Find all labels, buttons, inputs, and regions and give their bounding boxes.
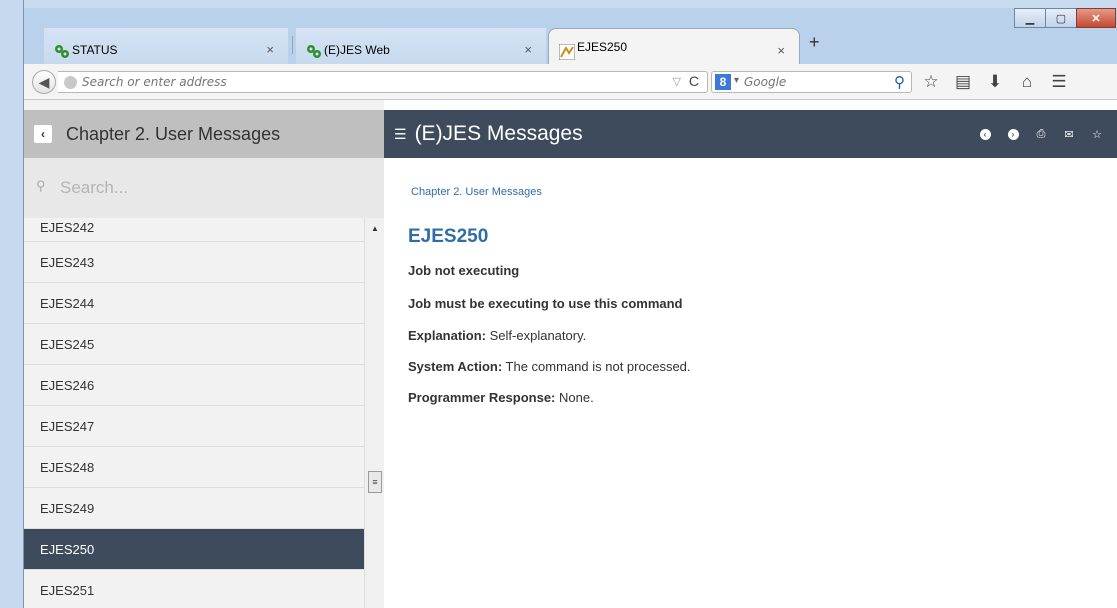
gears-icon [55,45,69,58]
scroll-up-icon[interactable]: ▲ [371,224,379,233]
ejes-logo-icon [559,44,575,60]
search-bar[interactable]: 8 ▾ ⚲ [711,71,912,93]
minimize-icon[interactable]: ▁ [1014,8,1046,28]
scroll-thumb[interactable]: ≡ [368,471,382,493]
explanation-label: Explanation: [408,328,487,343]
close-icon[interactable]: ✕ [1076,8,1116,28]
programmer-response-text: None. [559,390,594,405]
list-item[interactable]: EJES245 [24,324,364,365]
reload-icon[interactable]: C [689,73,699,89]
tab-close-icon[interactable]: × [524,42,532,57]
list-item-selected[interactable]: EJES250 [24,529,364,570]
print-icon[interactable]: ⎙ [1029,126,1053,142]
system-action-label: System Action: [408,359,503,374]
sidebar-header: ‹ Chapter 2. User Messages [24,110,384,158]
google-logo-icon[interactable]: 8 [715,74,731,90]
previous-icon[interactable]: ‹ [973,126,997,142]
download-icon[interactable]: ⬇ [979,70,1011,94]
window-controls: ▁ ▢ ✕ [1014,8,1116,30]
list-item[interactable]: EJES244 [24,283,364,324]
favorite-star-icon[interactable]: ☆ [1085,126,1109,142]
long-text: Job must be executing to use this comman… [408,296,683,311]
home-icon[interactable]: ⌂ [1011,70,1043,94]
tab-label: (E)JES Web [324,43,390,57]
sidebar-scrollbar[interactable]: ▲ ≡ [364,218,384,608]
list-item[interactable]: EJES242 [24,218,364,242]
search-icon[interactable]: ⚲ [894,73,905,91]
programmer-response-label: Programmer Response: [408,390,556,405]
search-icon: ⚲ [36,178,46,193]
history-dropdown-icon[interactable]: ▽ [673,75,681,88]
explanation-row: Explanation: Self-explanatory. [408,328,586,343]
message-list: EJES242 EJES243 EJES244 EJES245 EJES246 … [24,218,364,608]
tab-close-icon[interactable]: × [266,42,274,57]
list-menu-icon[interactable]: ☰ [394,126,407,143]
sidebar-search: ⚲ [24,158,384,218]
maximize-icon[interactable]: ▢ [1045,8,1077,28]
tab-label: STATUS [72,43,118,57]
chevron-left-icon[interactable]: ‹ [34,125,52,143]
header-actions: ‹ › ⎙ ✉ ☆ [969,126,1109,142]
sidebar-search-input[interactable] [60,174,360,202]
address-bar[interactable]: ▽ C [58,71,708,93]
back-arrow-icon[interactable]: ◀ [32,70,56,94]
message-id-heading: EJES250 [408,226,489,247]
main-title: (E)JES Messages [414,122,583,145]
search-engine-input[interactable] [744,73,874,91]
bookmark-star-icon[interactable]: ☆ [915,70,947,94]
next-icon[interactable]: › [1001,126,1025,142]
list-item[interactable]: EJES247 [24,406,364,447]
toolbar-icons: ☆ ▤ ⬇ ⌂ ☰ [915,70,1075,94]
tab-ejes250[interactable]: EJES250 × [548,28,800,64]
short-text: Job not executing [408,263,520,278]
tab-close-icon[interactable]: × [777,43,785,58]
system-action-row: System Action: The command is not proces… [408,359,691,374]
list-item[interactable]: EJES246 [24,365,364,406]
list-item[interactable]: EJES248 [24,447,364,488]
main-header: ☰ (E)JES Messages ‹ › ⎙ ✉ ☆ [384,110,1117,158]
tab-label: EJES250 [577,39,628,54]
address-input[interactable] [82,73,602,91]
sidebar-title: Chapter 2. User Messages [66,123,281,144]
explanation-text: Self-explanatory. [489,328,587,343]
tab-strip: STATUS × (E)JES Web × EJES250 × + ▁ ▢ ✕ [24,8,1117,72]
programmer-response-row: Programmer Response: None. [408,390,594,405]
menu-icon[interactable]: ☰ [1043,70,1075,94]
window-frame-left [0,0,24,608]
list-item[interactable]: EJES249 [24,488,364,529]
breadcrumb[interactable]: Chapter 2. User Messages [411,186,542,198]
new-tab-icon[interactable]: + [809,32,820,53]
mail-icon[interactable]: ✉ [1057,126,1081,142]
engine-dropdown-icon[interactable]: ▾ [734,75,739,86]
list-item[interactable]: EJES243 [24,242,364,283]
main-content: ☰ (E)JES Messages ‹ › ⎙ ✉ ☆ Chapter 2. U… [384,100,1117,608]
sidebar: ‹ Chapter 2. User Messages ⚲ EJES242 EJE… [24,100,384,608]
globe-icon [64,76,77,89]
reading-list-icon[interactable]: ▤ [947,70,979,94]
list-item[interactable]: EJES251 [24,570,364,608]
navigation-toolbar: ◀ ▽ C 8 ▾ ⚲ ☆ ▤ ⬇ ⌂ ☰ [24,64,1117,100]
window-frame-top [0,0,1117,8]
system-action-text: The command is not processed. [505,359,691,374]
tab-separator [292,36,293,54]
gears-icon [307,45,321,58]
